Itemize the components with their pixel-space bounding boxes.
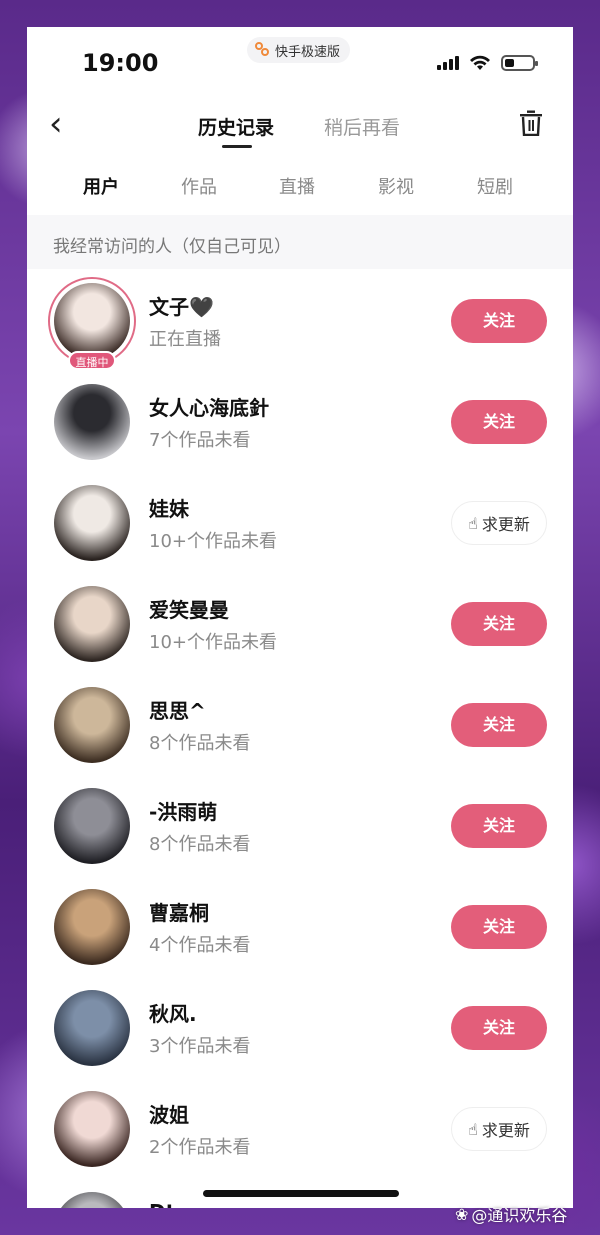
avatar[interactable] xyxy=(54,586,130,662)
follow-button[interactable]: 关注 xyxy=(451,602,547,646)
top-header: ‹ 历史记录 稍后再看 xyxy=(27,97,573,157)
user-status: 8个作品未看 xyxy=(149,834,251,855)
category-tabs: 用户 作品 直播 影视 短剧 xyxy=(27,157,573,215)
user-name: 文子🖤 xyxy=(149,295,214,319)
home-indicator[interactable] xyxy=(203,1190,399,1197)
active-tab-indicator xyxy=(222,145,252,148)
user-status: 8个作品未看 xyxy=(149,733,251,754)
status-bar: 19:00 快手极速版 xyxy=(27,27,573,97)
list-item[interactable]: 思思^ 8个作品未看 关注 xyxy=(27,673,573,774)
request-update-button[interactable]: ☝ 求更新 xyxy=(451,501,547,545)
user-status: 2个作品未看 xyxy=(149,1137,251,1158)
tab-history[interactable]: 历史记录 xyxy=(198,113,274,140)
user-status: 4个作品未看 xyxy=(149,935,251,956)
list-item[interactable]: 娃妹 10+个作品未看 ☝ 求更新 xyxy=(27,471,573,572)
avatar[interactable] xyxy=(54,990,130,1066)
subtab-works[interactable]: 作品 xyxy=(181,173,217,199)
follow-button[interactable]: 关注 xyxy=(451,299,547,343)
user-name: 娃妹 xyxy=(149,497,189,521)
tap-hand-icon: ☝ xyxy=(468,513,478,533)
app-badge: 快手极速版 xyxy=(247,37,351,63)
subtab-film[interactable]: 影视 xyxy=(378,173,414,199)
follow-button[interactable]: 关注 xyxy=(451,400,547,444)
user-name: 思思^ xyxy=(149,699,206,723)
user-status: 正在直播 xyxy=(149,329,221,350)
request-update-label: 求更新 xyxy=(481,1121,530,1140)
wifi-icon xyxy=(470,55,490,70)
follow-button[interactable]: 关注 xyxy=(451,1006,547,1050)
list-item[interactable]: -洪雨萌 8个作品未看 关注 xyxy=(27,774,573,875)
request-update-label: 求更新 xyxy=(481,515,530,534)
list-item[interactable]: 秋风. 3个作品未看 关注 xyxy=(27,976,573,1077)
back-chevron-icon[interactable]: ‹ xyxy=(49,107,63,141)
avatar[interactable] xyxy=(54,283,130,359)
user-name: 秋风. xyxy=(149,1002,197,1026)
subtab-live[interactable]: 直播 xyxy=(279,173,315,199)
user-name: -洪雨萌 xyxy=(149,800,218,824)
user-status: 7个作品未看 xyxy=(149,430,251,451)
follow-button[interactable]: 关注 xyxy=(451,703,547,747)
status-time: 19:00 xyxy=(82,49,159,77)
user-name: 爱笑曼曼 xyxy=(149,598,229,622)
follow-button[interactable]: 关注 xyxy=(451,804,547,848)
avatar[interactable] xyxy=(54,1091,130,1167)
list-item[interactable]: 女人心海底針 7个作品未看 关注 xyxy=(27,370,573,471)
phone-screen: 19:00 快手极速版 ‹ 历史记录 稍后再看 用户 作品 直播 影视 短剧 我… xyxy=(27,27,573,1208)
avatar[interactable] xyxy=(54,1192,130,1208)
kuaishou-logo-icon xyxy=(255,42,271,58)
avatar[interactable] xyxy=(54,788,130,864)
watermark-text: @通识欢乐谷 xyxy=(471,1206,568,1225)
request-update-button[interactable]: ☝ 求更新 xyxy=(451,1107,547,1151)
cellular-signal-icon xyxy=(437,56,459,70)
user-status: 10+个作品未看 xyxy=(149,632,277,653)
avatar[interactable] xyxy=(54,485,130,561)
user-name: Dt xyxy=(149,1200,175,1208)
trash-icon[interactable] xyxy=(519,110,543,136)
battery-icon xyxy=(501,55,538,71)
status-icons xyxy=(437,55,538,71)
user-name: 曹嘉桐 xyxy=(149,901,209,925)
subtab-users[interactable]: 用户 xyxy=(83,173,119,199)
follow-button[interactable]: 关注 xyxy=(451,905,547,949)
user-status: 10+个作品未看 xyxy=(149,531,277,552)
app-badge-label: 快手极速版 xyxy=(275,44,341,60)
tap-hand-icon: ☝ xyxy=(468,1119,478,1139)
paw-icon: ❀ xyxy=(455,1204,469,1224)
list-item[interactable]: 爱笑曼曼 10+个作品未看 关注 xyxy=(27,572,573,673)
tab-watch-later[interactable]: 稍后再看 xyxy=(324,113,400,140)
user-list: 直播中 文子🖤 正在直播 关注 女人心海底針 7个作品未看 关注 娃妹 10+个作品未看 ☝ 求更新… xyxy=(27,269,573,1208)
list-item[interactable]: 曹嘉桐 4个作品未看 关注 xyxy=(27,875,573,976)
avatar[interactable] xyxy=(54,687,130,763)
section-header: 我经常访问的人（仅自己可见） xyxy=(27,215,573,269)
avatar[interactable] xyxy=(54,889,130,965)
subtab-shortdrama[interactable]: 短剧 xyxy=(477,173,513,199)
user-name: 波姐 xyxy=(149,1103,189,1127)
watermark: ❀ @通识欢乐谷 xyxy=(455,1202,567,1226)
user-status: 3个作品未看 xyxy=(149,1036,251,1057)
user-name: 女人心海底針 xyxy=(149,396,269,420)
list-item[interactable]: 波姐 2个作品未看 ☝ 求更新 xyxy=(27,1077,573,1178)
avatar[interactable] xyxy=(54,384,130,460)
live-badge: 直播中 xyxy=(68,351,116,370)
list-item[interactable]: 直播中 文子🖤 正在直播 关注 xyxy=(27,269,573,370)
